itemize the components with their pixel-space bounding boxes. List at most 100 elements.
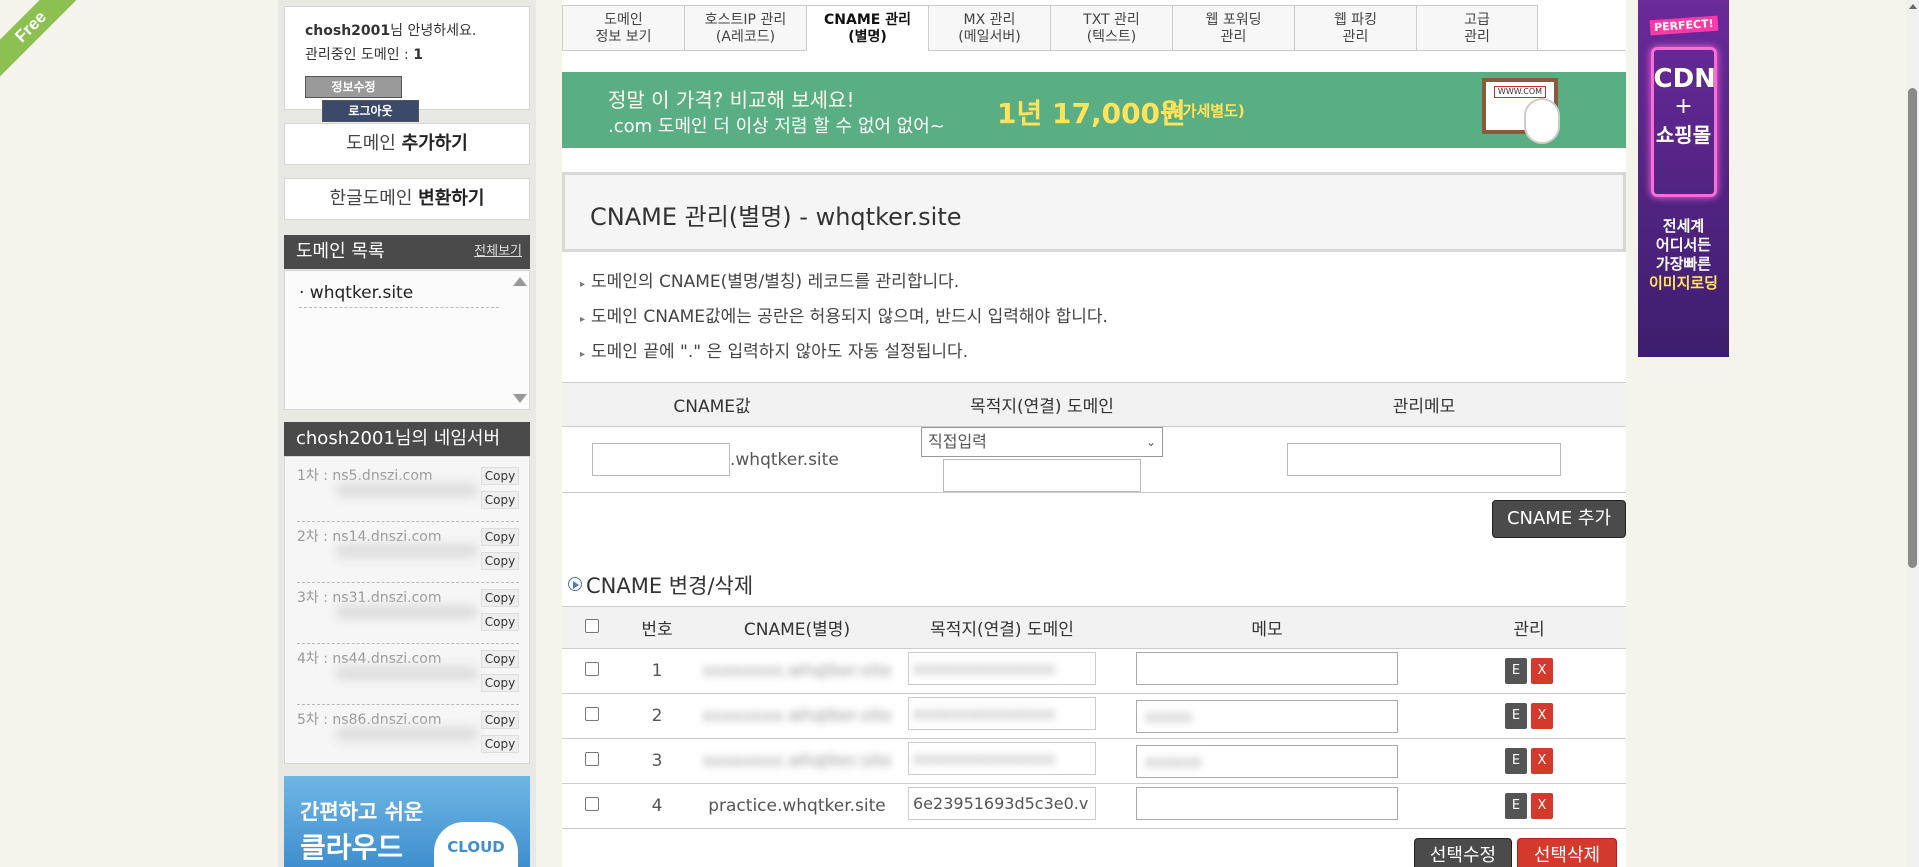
copy-button[interactable]: Copy bbox=[481, 589, 519, 607]
memo-input[interactable] bbox=[1287, 443, 1561, 476]
add-cname-table: CNAME값 목적지(연결) 도메인 관리메모 .whqtker.site 직접… bbox=[562, 382, 1626, 493]
col-cname-alias: CNAME(별명) bbox=[692, 606, 902, 649]
target-cell[interactable]: xxxxxxxxxxxxxxx bbox=[908, 742, 1096, 775]
target-select[interactable]: 직접입력 ⌄ bbox=[921, 427, 1163, 457]
blurred-cname: xxxxxxxx.whqtker.site bbox=[702, 751, 892, 771]
edit-button[interactable]: E bbox=[1505, 748, 1527, 774]
blurred-ip bbox=[337, 483, 477, 497]
side-advertisement[interactable]: PERFECT! CDN + 쇼핑몰 전세계 어디서든 가장빠른 이미지로딩 bbox=[1638, 0, 1729, 357]
delete-button[interactable]: X bbox=[1531, 793, 1553, 819]
row-checkbox[interactable] bbox=[585, 707, 599, 721]
table-row: 3 xxxxxxxx.whqtker.site xxxxxxxxxxxxxxx … bbox=[562, 738, 1626, 784]
nameserver-item: 2차 : ns14.dnszi.com Copy Copy bbox=[297, 522, 519, 583]
page-title-box: CNAME 관리(별명) - whqtker.site bbox=[562, 172, 1626, 252]
add-cname-button[interactable]: CNAME 추가 bbox=[1492, 500, 1626, 538]
notes-list: ▸ 도메인의 CNAME(별명/별칭) 레코드를 관리합니다. ▸ 도메인 CNAM… bbox=[580, 266, 1108, 371]
table-row: 1 xxxxxxxx.whqtker.site xxxxxxxxxxxxxxx … bbox=[562, 648, 1626, 694]
cname-list-table: 번호 CNAME(별명) 목적지(연결) 도메인 메모 관리 1 xxxxxxx… bbox=[562, 606, 1626, 829]
memo-cell[interactable] bbox=[1136, 652, 1398, 685]
delete-button[interactable]: X bbox=[1531, 748, 1553, 774]
free-ribbon: Free bbox=[0, 0, 87, 83]
domain-list-item[interactable]: · whqtker.site bbox=[299, 283, 499, 308]
tab-web-forwarding[interactable]: 웹 포워딩 관리 bbox=[1172, 5, 1294, 51]
tab-txt[interactable]: TXT 관리 (텍스트) bbox=[1050, 5, 1172, 51]
note-item: ▸ 도메인의 CNAME(별명/별칭) 레코드를 관리합니다. bbox=[580, 272, 960, 292]
blurred-ip bbox=[337, 727, 477, 741]
tab-domain-info[interactable]: 도메인 정보 보기 bbox=[562, 5, 684, 51]
tab-cname[interactable]: CNAME 관리 (별명) bbox=[806, 5, 928, 51]
nameserver-item: 1차 : ns5.dnszi.com Copy Copy bbox=[297, 461, 519, 522]
copy-button[interactable]: Copy bbox=[481, 467, 519, 485]
table-row: 2 xxxxxxxx.whqtker.site xxxxxxxxxxxxxxx … bbox=[562, 693, 1626, 739]
copy-button[interactable]: Copy bbox=[481, 674, 519, 692]
tab-a-record[interactable]: 호스트IP 관리 (A레코드) bbox=[684, 5, 806, 51]
memo-cell[interactable]: xxxxx bbox=[1136, 699, 1398, 733]
main-content: 도메인 정보 보기 호스트IP 관리 (A레코드) CNAME 관리 (별명) … bbox=[562, 0, 1626, 867]
ad-slogan: 전세계 어디서든 가장빠른 이미지로딩 bbox=[1648, 217, 1718, 292]
delete-button[interactable]: X bbox=[1531, 703, 1553, 729]
col-manage: 관리 bbox=[1432, 606, 1626, 649]
tab-advanced[interactable]: 고급 관리 bbox=[1416, 5, 1538, 51]
memo-cell[interactable]: xxxxxx bbox=[1136, 744, 1398, 778]
edit-button[interactable]: E bbox=[1505, 658, 1527, 684]
col-target-domain: 목적지(연결) 도메인 bbox=[902, 606, 1102, 649]
domain-list-header: 도메인 목록 전체보기 bbox=[284, 235, 530, 269]
copy-button[interactable]: Copy bbox=[481, 711, 519, 729]
blurred-ip bbox=[337, 666, 477, 680]
edit-button[interactable]: E bbox=[1505, 793, 1527, 819]
user-name: chosh2001 bbox=[305, 23, 391, 39]
tab-bar: 도메인 정보 보기 호스트IP 관리 (A레코드) CNAME 관리 (별명) … bbox=[562, 5, 1626, 51]
blurred-cname: xxxxxxxx.whqtker.site bbox=[702, 661, 892, 681]
copy-button[interactable]: Copy bbox=[481, 613, 519, 631]
scroll-down-icon[interactable] bbox=[513, 394, 527, 403]
delete-button[interactable]: X bbox=[1531, 658, 1553, 684]
copy-button[interactable]: Copy bbox=[481, 528, 519, 546]
bulk-edit-button[interactable]: 선택수정 bbox=[1414, 838, 1512, 867]
cname-value: practice.whqtker.site bbox=[692, 783, 902, 829]
copy-button[interactable]: Copy bbox=[481, 650, 519, 668]
cloud-banner[interactable]: 간편하고 쉬운 클라우드 CLOUD bbox=[284, 776, 530, 867]
copy-button[interactable]: Copy bbox=[481, 735, 519, 753]
promo-banner[interactable]: 정말 이 가격? 비교해 보세요! .com 도메인 더 이상 저렴 할 수 없… bbox=[562, 72, 1626, 148]
nameserver-item: 4차 : ns44.dnszi.com Copy Copy bbox=[297, 644, 519, 705]
target-cell[interactable]: xxxxxxxxxxxxxxx bbox=[908, 652, 1096, 685]
memo-cell[interactable] bbox=[1136, 787, 1398, 820]
copy-button[interactable]: Copy bbox=[481, 552, 519, 570]
row-checkbox[interactable] bbox=[585, 797, 599, 811]
row-checkbox[interactable] bbox=[585, 752, 599, 766]
domain-suffix: .whqtker.site bbox=[730, 450, 839, 470]
add-domain-button[interactable]: 도메인 추가하기 bbox=[284, 123, 530, 165]
col-cname: CNAME값 bbox=[562, 382, 862, 427]
tab-web-parking[interactable]: 웹 파킹 관리 bbox=[1294, 5, 1416, 51]
copy-button[interactable]: Copy bbox=[481, 491, 519, 509]
domain-list: · whqtker.site bbox=[284, 270, 530, 410]
edit-info-button[interactable]: 정보수정 bbox=[305, 76, 402, 98]
col-memo-list: 메모 bbox=[1102, 606, 1432, 649]
view-all-link[interactable]: 전체보기 bbox=[474, 235, 522, 269]
target-domain-input[interactable] bbox=[943, 459, 1141, 492]
blurred-ip bbox=[337, 605, 477, 619]
page-title: CNAME 관리(별명) - whqtker.site bbox=[590, 203, 962, 231]
chevron-down-icon: ⌄ bbox=[1145, 435, 1156, 449]
target-cell[interactable]: 6e23951693d5c3e0.v bbox=[908, 787, 1096, 820]
blurred-cname: xxxxxxxx.whqtker.site bbox=[702, 706, 892, 726]
select-all-checkbox[interactable] bbox=[585, 618, 599, 633]
logout-button[interactable]: 로그아웃 bbox=[322, 100, 419, 122]
nameserver-header: chosh2001님의 네임서버 bbox=[284, 422, 530, 456]
cloud-icon: CLOUD bbox=[434, 822, 518, 867]
convert-korean-domain-button[interactable]: 한글도메인 변환하기 bbox=[284, 178, 530, 220]
neon-sign: CDN + 쇼핑몰 bbox=[1650, 47, 1717, 197]
page-scrollbar[interactable] bbox=[1906, 0, 1919, 867]
user-info-box: chosh2001님 안녕하세요. 관리중인 도메인 : 1 정보수정로그아웃 bbox=[284, 6, 530, 122]
edit-button[interactable]: E bbox=[1505, 703, 1527, 729]
scroll-up-icon[interactable] bbox=[513, 277, 527, 286]
note-item: ▸ 도메인 CNAME값에는 공란은 허용되지 않으며, 반드시 입력해야 합니다… bbox=[580, 307, 1108, 327]
bulk-delete-button[interactable]: 선택삭제 bbox=[1517, 838, 1617, 867]
scroll-up-arrow-icon[interactable] bbox=[1909, 4, 1917, 9]
cname-input[interactable] bbox=[592, 443, 730, 476]
row-checkbox[interactable] bbox=[585, 662, 599, 676]
table-row: 4 practice.whqtker.site 6e23951693d5c3e0… bbox=[562, 783, 1626, 829]
scrollbar-thumb[interactable] bbox=[1908, 88, 1917, 568]
target-cell[interactable]: xxxxxxxxxxxxxxx bbox=[908, 697, 1096, 730]
tab-mx[interactable]: MX 관리 (메일서버) bbox=[928, 5, 1050, 51]
